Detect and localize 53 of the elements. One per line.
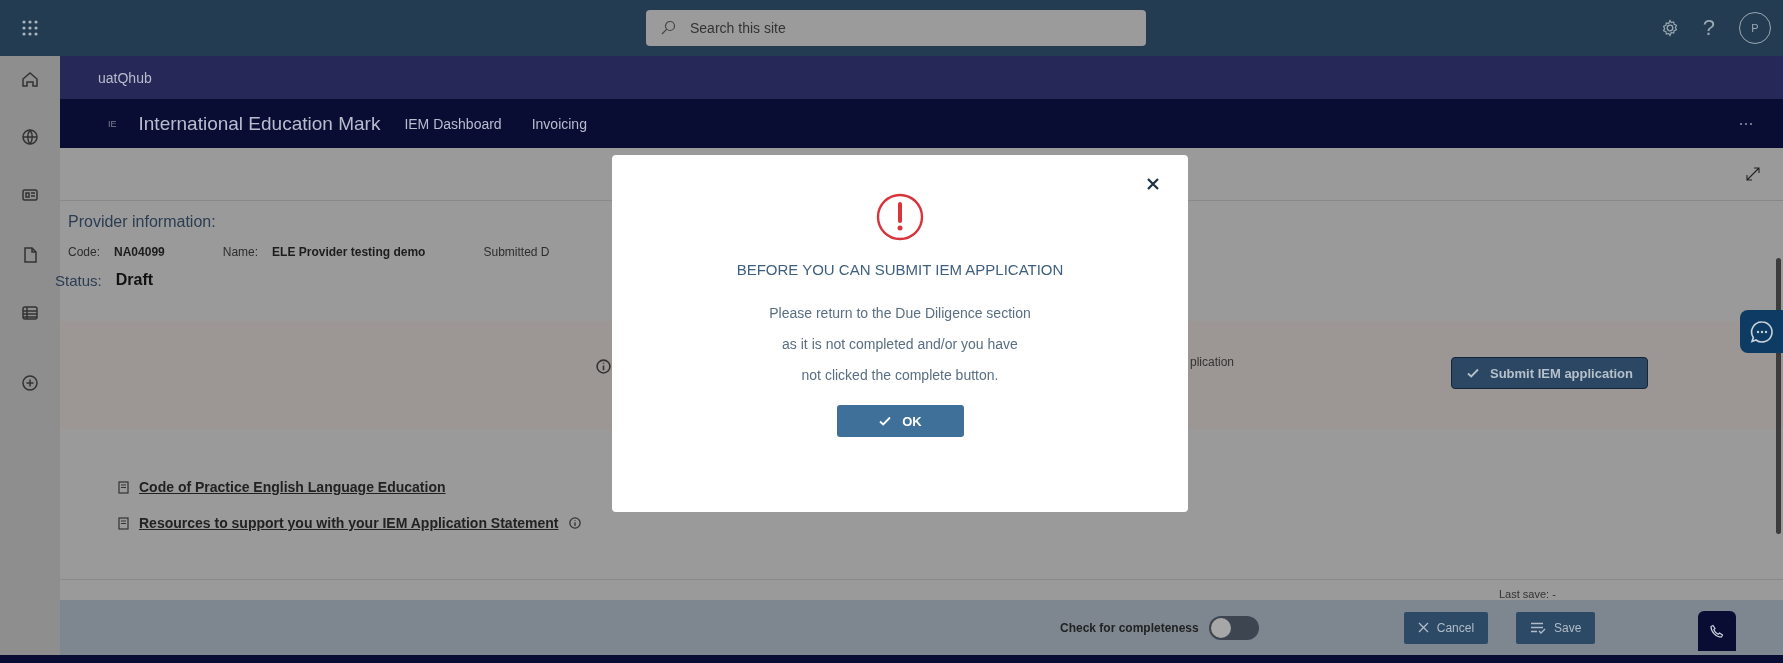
nav-link[interactable]: Invoicing (531, 115, 587, 132)
more-button[interactable] (1739, 121, 1753, 126)
info-text: plication (1190, 355, 1235, 369)
site-logo: IE (108, 118, 117, 129)
document-icon (118, 480, 129, 494)
status-value: Draft (115, 271, 154, 289)
help-button[interactable]: ? (1702, 15, 1715, 41)
field-value: NA04099 (114, 245, 165, 259)
field-label: Code: (68, 245, 101, 259)
close-icon (1417, 622, 1429, 633)
field-value: ELE Provider testing demo (272, 245, 426, 259)
search-field[interactable]: Search this site (646, 10, 1146, 46)
info-icon[interactable] (568, 517, 581, 529)
document-icon (118, 516, 129, 530)
globe-button[interactable] (19, 126, 41, 148)
site-title[interactable]: uatQhub (98, 69, 152, 86)
waffle-icon (22, 20, 38, 36)
close-icon (1146, 177, 1160, 191)
resource-link[interactable]: Code of Practice English Language Education (139, 479, 446, 495)
settings-icon (1660, 19, 1679, 37)
dialog-message: Please return to the Due Diligence section as it is not completed and/or you have not clicked the complete button. (769, 304, 1031, 385)
status-label: Status: (55, 271, 102, 289)
section-heading: Provider information: (68, 213, 217, 231)
warning-icon (876, 193, 924, 241)
last-save-text: Last save: - (1499, 588, 1556, 600)
check-icon (878, 414, 893, 428)
settings-button[interactable] (1660, 19, 1679, 37)
search-icon (660, 20, 676, 36)
save-button[interactable]: Save (1516, 611, 1596, 644)
field-label: Submitted D (483, 245, 550, 259)
chat-icon (1748, 318, 1775, 345)
chat-button[interactable] (1740, 310, 1783, 353)
globe-icon (19, 126, 41, 148)
resource-link[interactable]: Resources to support you with your IEM Application Statement (139, 515, 559, 531)
more-icon (1739, 121, 1753, 126)
check-icon (1466, 366, 1480, 380)
expand-icon (1745, 166, 1761, 182)
save-icon (1530, 621, 1547, 634)
toggle-label: Check for completeness (1060, 620, 1199, 635)
phone-button[interactable] (1698, 611, 1736, 651)
info-icon[interactable] (596, 359, 611, 374)
completeness-toggle[interactable] (1208, 615, 1259, 640)
submit-button[interactable]: Submit IEM application (1451, 357, 1648, 389)
expand-button[interactable] (1745, 166, 1761, 182)
site-name[interactable]: International Education Mark (138, 112, 381, 135)
phone-icon (1710, 624, 1724, 638)
field-label: Name: (222, 245, 259, 259)
add-icon (19, 372, 41, 394)
add-button[interactable] (19, 372, 41, 394)
dialog-title: BEFORE YOU CAN SUBMIT IEM APPLICATION (736, 261, 1064, 278)
ok-button[interactable]: OK (836, 405, 964, 437)
nav-link[interactable]: IEM Dashboard (404, 115, 502, 132)
cancel-button[interactable]: Cancel (1403, 611, 1489, 644)
